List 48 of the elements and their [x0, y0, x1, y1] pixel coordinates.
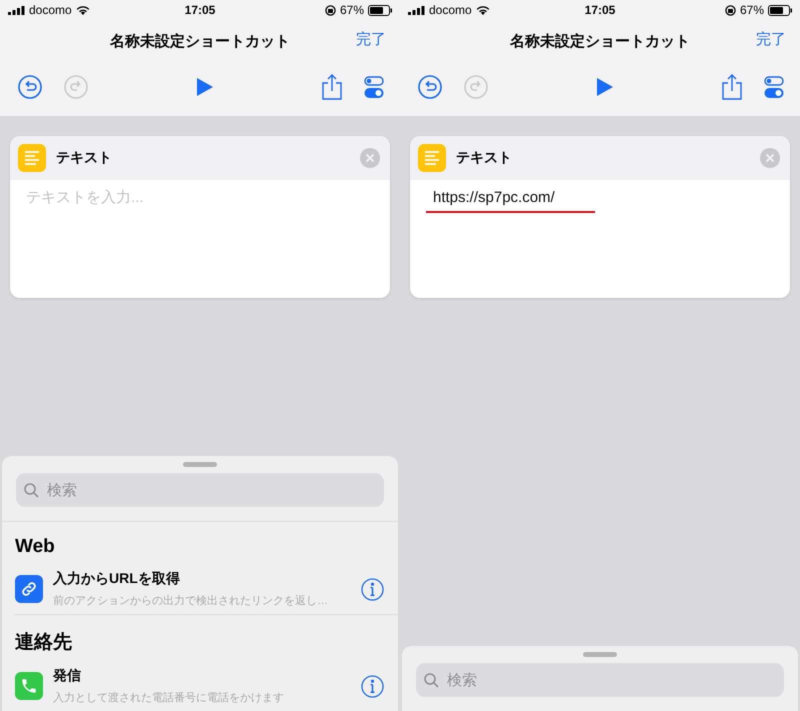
signal-icon: [408, 6, 425, 14]
wifi-icon: [76, 5, 90, 15]
rotation-lock-icon: [324, 4, 336, 16]
sheet-handle[interactable]: [183, 462, 217, 467]
search-field[interactable]: 検索: [416, 663, 784, 697]
battery-icon: [768, 4, 792, 16]
signal-icon: [8, 6, 25, 14]
info-icon[interactable]: [361, 578, 384, 600]
phone-icon: [15, 672, 43, 700]
text-lines-icon: [418, 144, 446, 172]
action-description: 前のアクションからの出力で検出されたリンクを返し…: [53, 594, 329, 608]
toggles-icon[interactable]: [364, 75, 384, 99]
search-icon: [424, 672, 439, 688]
text-lines-icon: [18, 144, 46, 172]
action-description: 入力として渡された電話番号に電話をかけます: [53, 690, 285, 705]
action-title: テキスト: [456, 149, 513, 167]
search-icon: [24, 482, 39, 498]
carrier-name: docomo: [29, 3, 72, 17]
info-icon[interactable]: [361, 674, 384, 698]
play-icon[interactable]: [196, 77, 214, 97]
done-button[interactable]: 完了: [756, 30, 786, 49]
share-icon[interactable]: [722, 74, 742, 100]
wifi-icon: [476, 5, 490, 15]
action-name[interactable]: 発信: [53, 667, 351, 685]
carrier-name: docomo: [429, 3, 472, 17]
clock-time: 17:05: [184, 3, 216, 17]
clock-time: 17:05: [584, 3, 616, 17]
done-button[interactable]: 完了: [356, 30, 386, 49]
rotation-lock-icon: [724, 4, 736, 16]
share-icon[interactable]: [322, 74, 342, 100]
search-input[interactable]: 検索: [445, 670, 776, 690]
search-input[interactable]: 検索: [45, 480, 376, 500]
shortcut-title: 名称未設定ショートカット: [110, 32, 290, 50]
undo-icon[interactable]: [18, 75, 42, 99]
action-title: テキスト: [56, 149, 113, 167]
sheet-handle[interactable]: [583, 652, 617, 657]
action-name[interactable]: 入力からURLを取得: [53, 570, 351, 588]
section-heading: 連絡先: [14, 631, 73, 655]
section-heading: Web: [14, 535, 56, 559]
battery-percent: 67%: [740, 3, 764, 17]
shortcut-title: 名称未設定ショートカット: [510, 32, 690, 50]
undo-icon[interactable]: [418, 75, 442, 99]
battery-percent: 67%: [340, 3, 364, 17]
play-icon[interactable]: [596, 77, 614, 97]
battery-icon: [368, 4, 392, 16]
toggles-icon[interactable]: [764, 75, 784, 99]
search-field[interactable]: 検索: [16, 473, 384, 507]
link-icon: [15, 575, 43, 603]
